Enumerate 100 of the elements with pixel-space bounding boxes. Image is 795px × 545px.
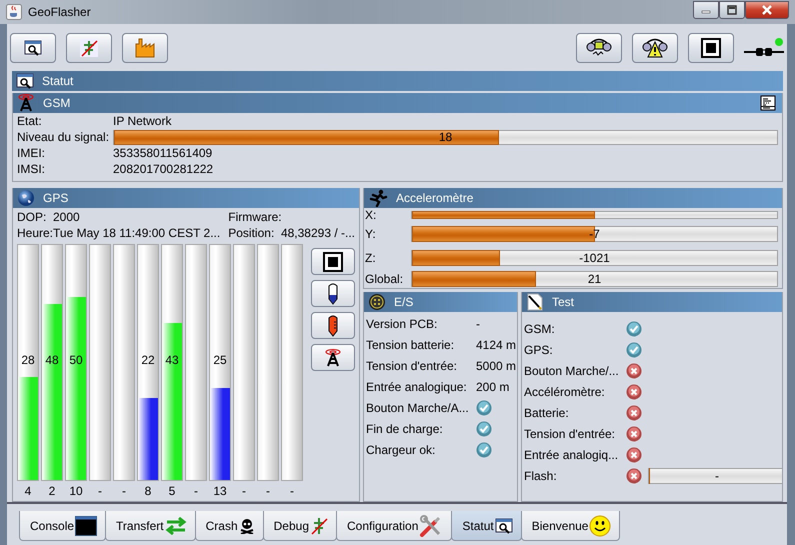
panel-title: GPS <box>43 191 68 205</box>
test-label: Batterie: <box>524 406 570 420</box>
pencil-document-icon <box>526 293 544 311</box>
tab[interactable]: Console <box>19 511 106 541</box>
tab[interactable]: Statut <box>451 511 522 541</box>
field-label: IMEI: <box>17 146 46 160</box>
field-label: Etat: <box>17 114 43 128</box>
satellite-number: 13 <box>212 483 228 500</box>
satellite-number: - <box>193 483 199 500</box>
debug-button[interactable] <box>66 33 112 63</box>
signal-value: 28 <box>20 353 36 367</box>
close-icon <box>761 5 773 15</box>
factory-button[interactable] <box>122 33 168 63</box>
satellite-number: 10 <box>68 483 84 500</box>
field-label: Entrée analogique: <box>366 380 468 394</box>
field-value: 353358011561409 <box>113 146 214 160</box>
tab[interactable]: Bienvenue <box>520 511 620 541</box>
tab[interactable]: Crash <box>194 511 264 541</box>
satellite-number: - <box>289 483 295 500</box>
field-label: Version PCB: <box>366 316 438 330</box>
field-value: - <box>476 316 481 330</box>
connector-icon <box>368 293 386 311</box>
signal-value: 50 <box>68 353 84 367</box>
time-text: Heure:Tue May 18 11:49:00 CEST 2... <box>17 225 222 241</box>
field-value: IP Network <box>113 114 172 128</box>
thermometer-icon <box>327 282 339 304</box>
axis-label: Y: <box>365 227 377 241</box>
field-value: 208201700281222 <box>113 162 214 176</box>
satellite-number: 5 <box>168 483 176 500</box>
test-label: Tension d'entrée: <box>524 426 616 440</box>
field-label: Tension batterie: <box>366 338 456 352</box>
satellite-number: - <box>97 483 103 500</box>
thermometer-icon <box>327 314 339 336</box>
tab[interactable]: Transfert <box>105 511 196 541</box>
test-label: Entrée analogiq... <box>524 448 620 462</box>
field-label: Fin de charge: <box>366 422 444 436</box>
tab[interactable]: Configuration <box>336 511 452 541</box>
signal-value: 25 <box>212 353 228 367</box>
stop-button[interactable] <box>311 248 355 275</box>
statut-button[interactable] <box>10 33 56 63</box>
bar-value: -1021 <box>579 251 610 265</box>
crossed-bug-icon <box>79 38 99 58</box>
stop-icon <box>701 38 721 58</box>
signal-value: 22 <box>140 353 156 367</box>
dop-text: DOP: 2000 <box>17 209 80 225</box>
document-icon <box>760 95 776 111</box>
position-text: Position: 48,38293 / -... <box>228 225 355 241</box>
crossed-bug-icon <box>310 516 328 536</box>
warning-button[interactable] <box>632 33 678 63</box>
bar-value: 18 <box>438 130 452 144</box>
device-headset-icon <box>586 38 612 58</box>
antenna-tower-icon <box>324 348 342 366</box>
maximize-button[interactable] <box>719 1 745 19</box>
bar-value: - <box>715 468 719 482</box>
two-arrows-icon <box>164 516 187 534</box>
field-value: 4124 m <box>476 338 517 352</box>
magnifier-window-icon <box>16 73 34 89</box>
satellite-number: 8 <box>144 483 152 500</box>
factory-icon <box>135 38 155 58</box>
field-label: Bouton Marche/A... <box>366 400 470 414</box>
satellite-number: - <box>241 483 247 500</box>
skull-crossbones-icon <box>238 518 255 534</box>
antenna-tower-icon <box>17 94 35 112</box>
stop-icon <box>323 252 343 272</box>
console-window-icon <box>75 516 98 536</box>
bar-value: 21 <box>588 272 602 286</box>
stop-button[interactable] <box>688 33 734 63</box>
window-title: GeoFlasher <box>28 5 92 19</box>
minimize-button[interactable] <box>693 1 719 19</box>
hot-start-button[interactable] <box>311 312 355 339</box>
satellite-number: 4 <box>24 483 32 500</box>
magnifier-window-icon <box>24 40 42 56</box>
magnifier-window-icon <box>494 518 513 534</box>
cold-start-button[interactable] <box>311 280 355 307</box>
signal-value: 43 <box>164 353 180 367</box>
java-cup-icon <box>6 4 22 20</box>
field-label: Tension d'entrée: <box>366 358 458 372</box>
panel-title: Test <box>552 295 574 309</box>
antenna-button[interactable] <box>311 344 355 371</box>
axis-label: Z: <box>365 251 377 265</box>
satellite-number: - <box>121 483 127 500</box>
field-label: Niveau du signal: <box>17 130 110 144</box>
test-label: GSM: <box>524 322 556 336</box>
globe-icon <box>17 189 35 207</box>
field-label: Chargeur ok: <box>366 442 436 456</box>
test-label: GPS: <box>524 342 554 356</box>
satellite-number: 2 <box>48 483 56 500</box>
firmware-label: Firmware: <box>228 209 283 225</box>
signal-value: 48 <box>44 353 60 367</box>
panel-title: E/S <box>394 295 414 309</box>
panel-title: GSM <box>43 96 70 110</box>
close-button[interactable] <box>745 1 789 19</box>
tab[interactable]: Debug <box>262 511 337 541</box>
panel-title: Acceleromètre <box>396 191 474 205</box>
running-man-icon <box>368 189 388 207</box>
field-label: IMSI: <box>17 162 46 176</box>
device-button[interactable] <box>576 33 622 63</box>
axis-label: Global: <box>365 272 404 286</box>
smiley-icon <box>589 514 612 536</box>
field-value: 5000 m <box>476 358 517 372</box>
